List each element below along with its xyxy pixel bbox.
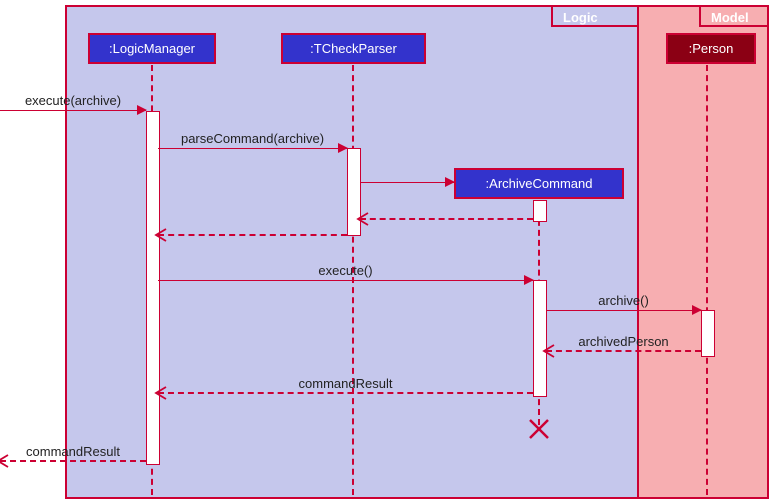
participant-person-label: :Person [689,41,734,56]
msg-command-result-1: commandResult [158,392,533,394]
msg-create-archive-command [360,182,454,183]
msg-execute-archive-in: execute(archive) [0,110,146,111]
msg-execute-archive-label: execute(archive) [25,93,121,108]
activation-archive-command-1 [533,200,547,222]
arrow-left-icon [156,387,168,399]
msg-return-to-parser [360,218,533,220]
msg-parse-command-label: parseCommand(archive) [181,131,324,146]
msg-execute: execute() [158,280,533,281]
msg-archived-person: archivedPerson [546,350,701,352]
participant-archive-command-label: :ArchiveCommand [486,176,593,191]
x-icon [528,418,550,440]
participant-archive-command: :ArchiveCommand [454,168,624,199]
participant-logic-manager: :LogicManager [88,33,216,64]
msg-command-result-2-label: commandResult [26,444,120,459]
participant-logic-manager-label: :LogicManager [109,41,195,56]
destroy-icon [528,418,548,438]
msg-return-to-logicmanager [158,234,347,236]
arrow-left-icon [156,229,168,241]
activation-person [701,310,715,357]
activation-archive-command-2 [533,280,547,397]
msg-archived-person-label: archivedPerson [578,334,668,349]
participant-tcheck-parser-label: :TCheckParser [310,41,397,56]
participant-person: :Person [666,33,756,64]
participant-tcheck-parser: :TCheckParser [281,33,426,64]
msg-archive-label: archive() [598,293,649,308]
msg-archive: archive() [546,310,701,311]
frame-model-label: Model [699,5,769,27]
msg-command-result-1-label: commandResult [299,376,393,391]
activation-logic-manager [146,111,160,465]
msg-command-result-2: commandResult [0,460,146,462]
arrow-left-icon [358,213,370,225]
msg-execute-label: execute() [318,263,372,278]
frame-model: Model [637,5,769,499]
arrow-left-icon [0,455,10,467]
arrow-left-icon [544,345,556,357]
lifeline-person [706,65,708,495]
frame-logic-label: Logic [551,5,641,27]
msg-parse-command: parseCommand(archive) [158,148,347,149]
